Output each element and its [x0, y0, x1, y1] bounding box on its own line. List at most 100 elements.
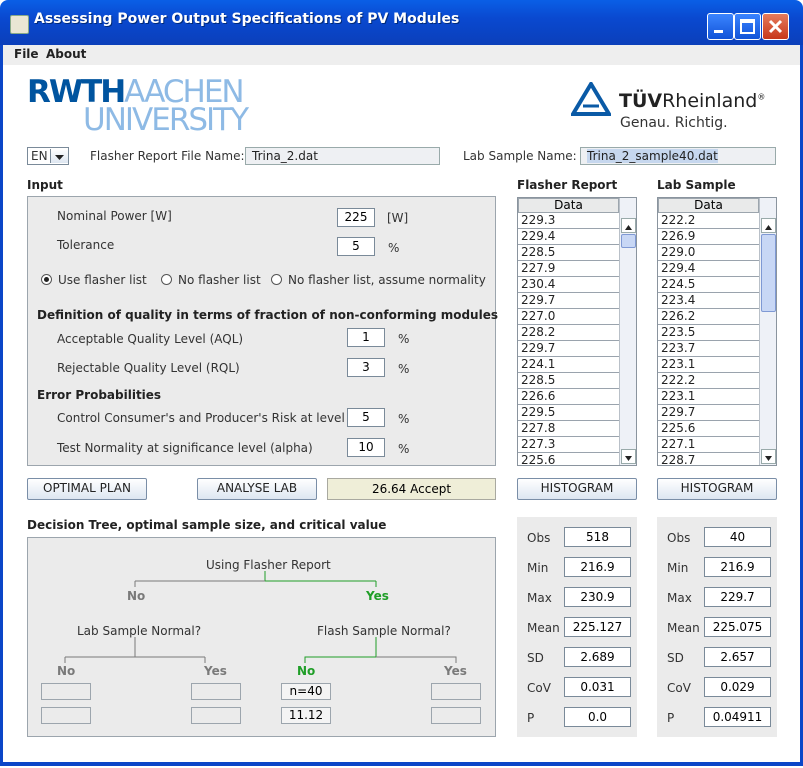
lab-table-row[interactable]: 223.1 [658, 389, 759, 405]
flasher-table-row[interactable]: 229.3 [518, 213, 619, 229]
flasher-stat-label-max: Max [527, 591, 552, 605]
quality-section-title: Definition of quality in terms of fracti… [37, 308, 498, 322]
lab-scroll-up[interactable] [761, 218, 776, 233]
language-value: EN [31, 149, 48, 163]
lab-table-row[interactable]: 225.6 [658, 421, 759, 437]
tuv-logo: TÜVRheinland® Genau. Richtig. [571, 80, 771, 135]
tolerance-input[interactable]: 5 [337, 237, 375, 256]
lab-table-row[interactable]: 228.7 [658, 453, 759, 465]
close-icon [768, 19, 783, 34]
flasher-table-row[interactable]: 227.8 [518, 421, 619, 437]
lab-stat-label-mean: Mean [667, 621, 700, 635]
close-button[interactable] [762, 13, 789, 40]
maximize-button[interactable] [734, 13, 761, 40]
flasher-scroll-down[interactable] [621, 449, 636, 464]
lab-stat-value-min: 216.9 [704, 557, 771, 577]
flasher-stat-label-min: Min [527, 561, 549, 575]
flasher-stat-value-cov: 0.031 [564, 677, 631, 697]
flasher-table-row[interactable]: 225.6 [518, 453, 619, 465]
tree-root-label: Using Flasher Report [206, 558, 331, 572]
flasher-table-row[interactable]: 229.4 [518, 229, 619, 245]
flasher-table-row[interactable]: 227.9 [518, 261, 619, 277]
lab-stat-label-cov: CoV [667, 681, 691, 695]
minimize-button[interactable] [707, 13, 734, 40]
flasher-table-row[interactable]: 228.5 [518, 373, 619, 389]
lab-table-row[interactable]: 223.7 [658, 341, 759, 357]
lab-table-row[interactable]: 223.4 [658, 293, 759, 309]
flasher-file-field[interactable]: Trina_2.dat [245, 147, 440, 165]
flasher-table-row[interactable]: 227.3 [518, 437, 619, 453]
lab-table-row[interactable]: 229.0 [658, 245, 759, 261]
flasher-stat-label-cov: CoV [527, 681, 551, 695]
flasher-table-row[interactable]: 229.5 [518, 405, 619, 421]
flasher-table-row[interactable]: 230.4 [518, 277, 619, 293]
rheinland-name: Rheinland [662, 90, 758, 112]
lab-table-row[interactable]: 222.2 [658, 373, 759, 389]
aql-input[interactable]: 1 [347, 328, 385, 347]
chevron-down-icon [55, 155, 64, 160]
flasher-histogram-button[interactable]: HISTOGRAM [517, 478, 637, 500]
lab-table-row[interactable]: 222.2 [658, 213, 759, 229]
lab-table-row[interactable]: 224.5 [658, 277, 759, 293]
menu-about[interactable]: About [46, 47, 86, 61]
tolerance-unit: % [388, 241, 400, 255]
flasher-table-row[interactable]: 228.2 [518, 325, 619, 341]
normality-input[interactable]: 10 [347, 438, 385, 457]
language-select[interactable]: EN [27, 147, 69, 165]
decision-tree-title: Decision Tree, optimal sample size, and … [27, 518, 387, 532]
flasher-table-row[interactable]: 229.7 [518, 293, 619, 309]
lab-column-header[interactable]: Data [658, 198, 759, 213]
tree-flash-no: No [297, 664, 316, 678]
lab-table-row[interactable]: 223.5 [658, 325, 759, 341]
lab-stat-value-obs: 40 [704, 527, 771, 547]
radio-no-flasher-list-label: No flasher list [178, 273, 261, 287]
nominal-power-unit: [W] [387, 211, 409, 225]
flasher-table-row[interactable]: 228.5 [518, 245, 619, 261]
radio-use-flasher-list[interactable] [41, 274, 52, 285]
lab-scrollbar[interactable] [759, 198, 776, 465]
radio-use-flasher-list-label: Use flasher list [58, 273, 147, 287]
error-section-title: Error Probabilities [37, 388, 162, 402]
tree-box-lab-no-k [41, 707, 91, 724]
flasher-scroll-thumb[interactable] [621, 234, 636, 248]
tree-box-lab-yes-n [191, 683, 241, 700]
tree-root-no: No [127, 589, 146, 603]
flasher-stat-value-min: 216.9 [564, 557, 631, 577]
flasher-table-row[interactable]: 229.7 [518, 341, 619, 357]
flasher-table-row[interactable]: 227.0 [518, 309, 619, 325]
flasher-stat-value-mean: 225.127 [564, 617, 631, 637]
flasher-column-header[interactable]: Data [518, 198, 619, 213]
nominal-power-label: Nominal Power [W] [57, 209, 172, 223]
lab-table-row[interactable]: 226.2 [658, 309, 759, 325]
lab-data-table[interactable]: Data 222.2 226.9 229.0 229.4 224.5 223.4 226.2… [657, 197, 777, 466]
result-display: 26.64 Accept [327, 478, 496, 500]
language-dropdown-button[interactable] [50, 149, 68, 163]
flasher-stat-label-obs: Obs [527, 531, 551, 545]
radio-no-flasher-list[interactable] [161, 274, 172, 285]
flasher-table-row[interactable]: 226.6 [518, 389, 619, 405]
risk-input[interactable]: 5 [347, 408, 385, 427]
lab-scroll-thumb[interactable] [761, 234, 776, 312]
arrow-up-icon [625, 225, 632, 230]
lab-sample-field[interactable]: Trina_2_sample40.dat [580, 147, 776, 165]
menu-file[interactable]: File [14, 47, 39, 61]
risk-unit: % [398, 412, 410, 426]
university-wordmark: UNIVERSITY [83, 102, 249, 138]
lab-histogram-button[interactable]: HISTOGRAM [657, 478, 777, 500]
lab-table-row[interactable]: 223.1 [658, 357, 759, 373]
flasher-scrollbar[interactable] [619, 198, 636, 465]
nominal-power-input[interactable]: 225 [337, 208, 375, 227]
flasher-data-table[interactable]: Data 229.3 229.4 228.5 227.9 230.4 229.7 227.0… [517, 197, 637, 466]
flasher-scroll-up[interactable] [621, 218, 636, 233]
lab-table-row[interactable]: 226.9 [658, 229, 759, 245]
lab-table-row[interactable]: 229.7 [658, 405, 759, 421]
lab-table-row[interactable]: 227.1 [658, 437, 759, 453]
flasher-stat-label-sd: SD [527, 651, 544, 665]
flasher-table-row[interactable]: 224.1 [518, 357, 619, 373]
lab-scroll-down[interactable] [761, 449, 776, 464]
rql-input[interactable]: 3 [347, 358, 385, 377]
lab-table-row[interactable]: 229.4 [658, 261, 759, 277]
radio-assume-normality[interactable] [271, 274, 282, 285]
analyse-lab-button[interactable]: ANALYSE LAB [197, 478, 317, 500]
optimal-plan-button[interactable]: OPTIMAL PLAN [27, 478, 147, 500]
